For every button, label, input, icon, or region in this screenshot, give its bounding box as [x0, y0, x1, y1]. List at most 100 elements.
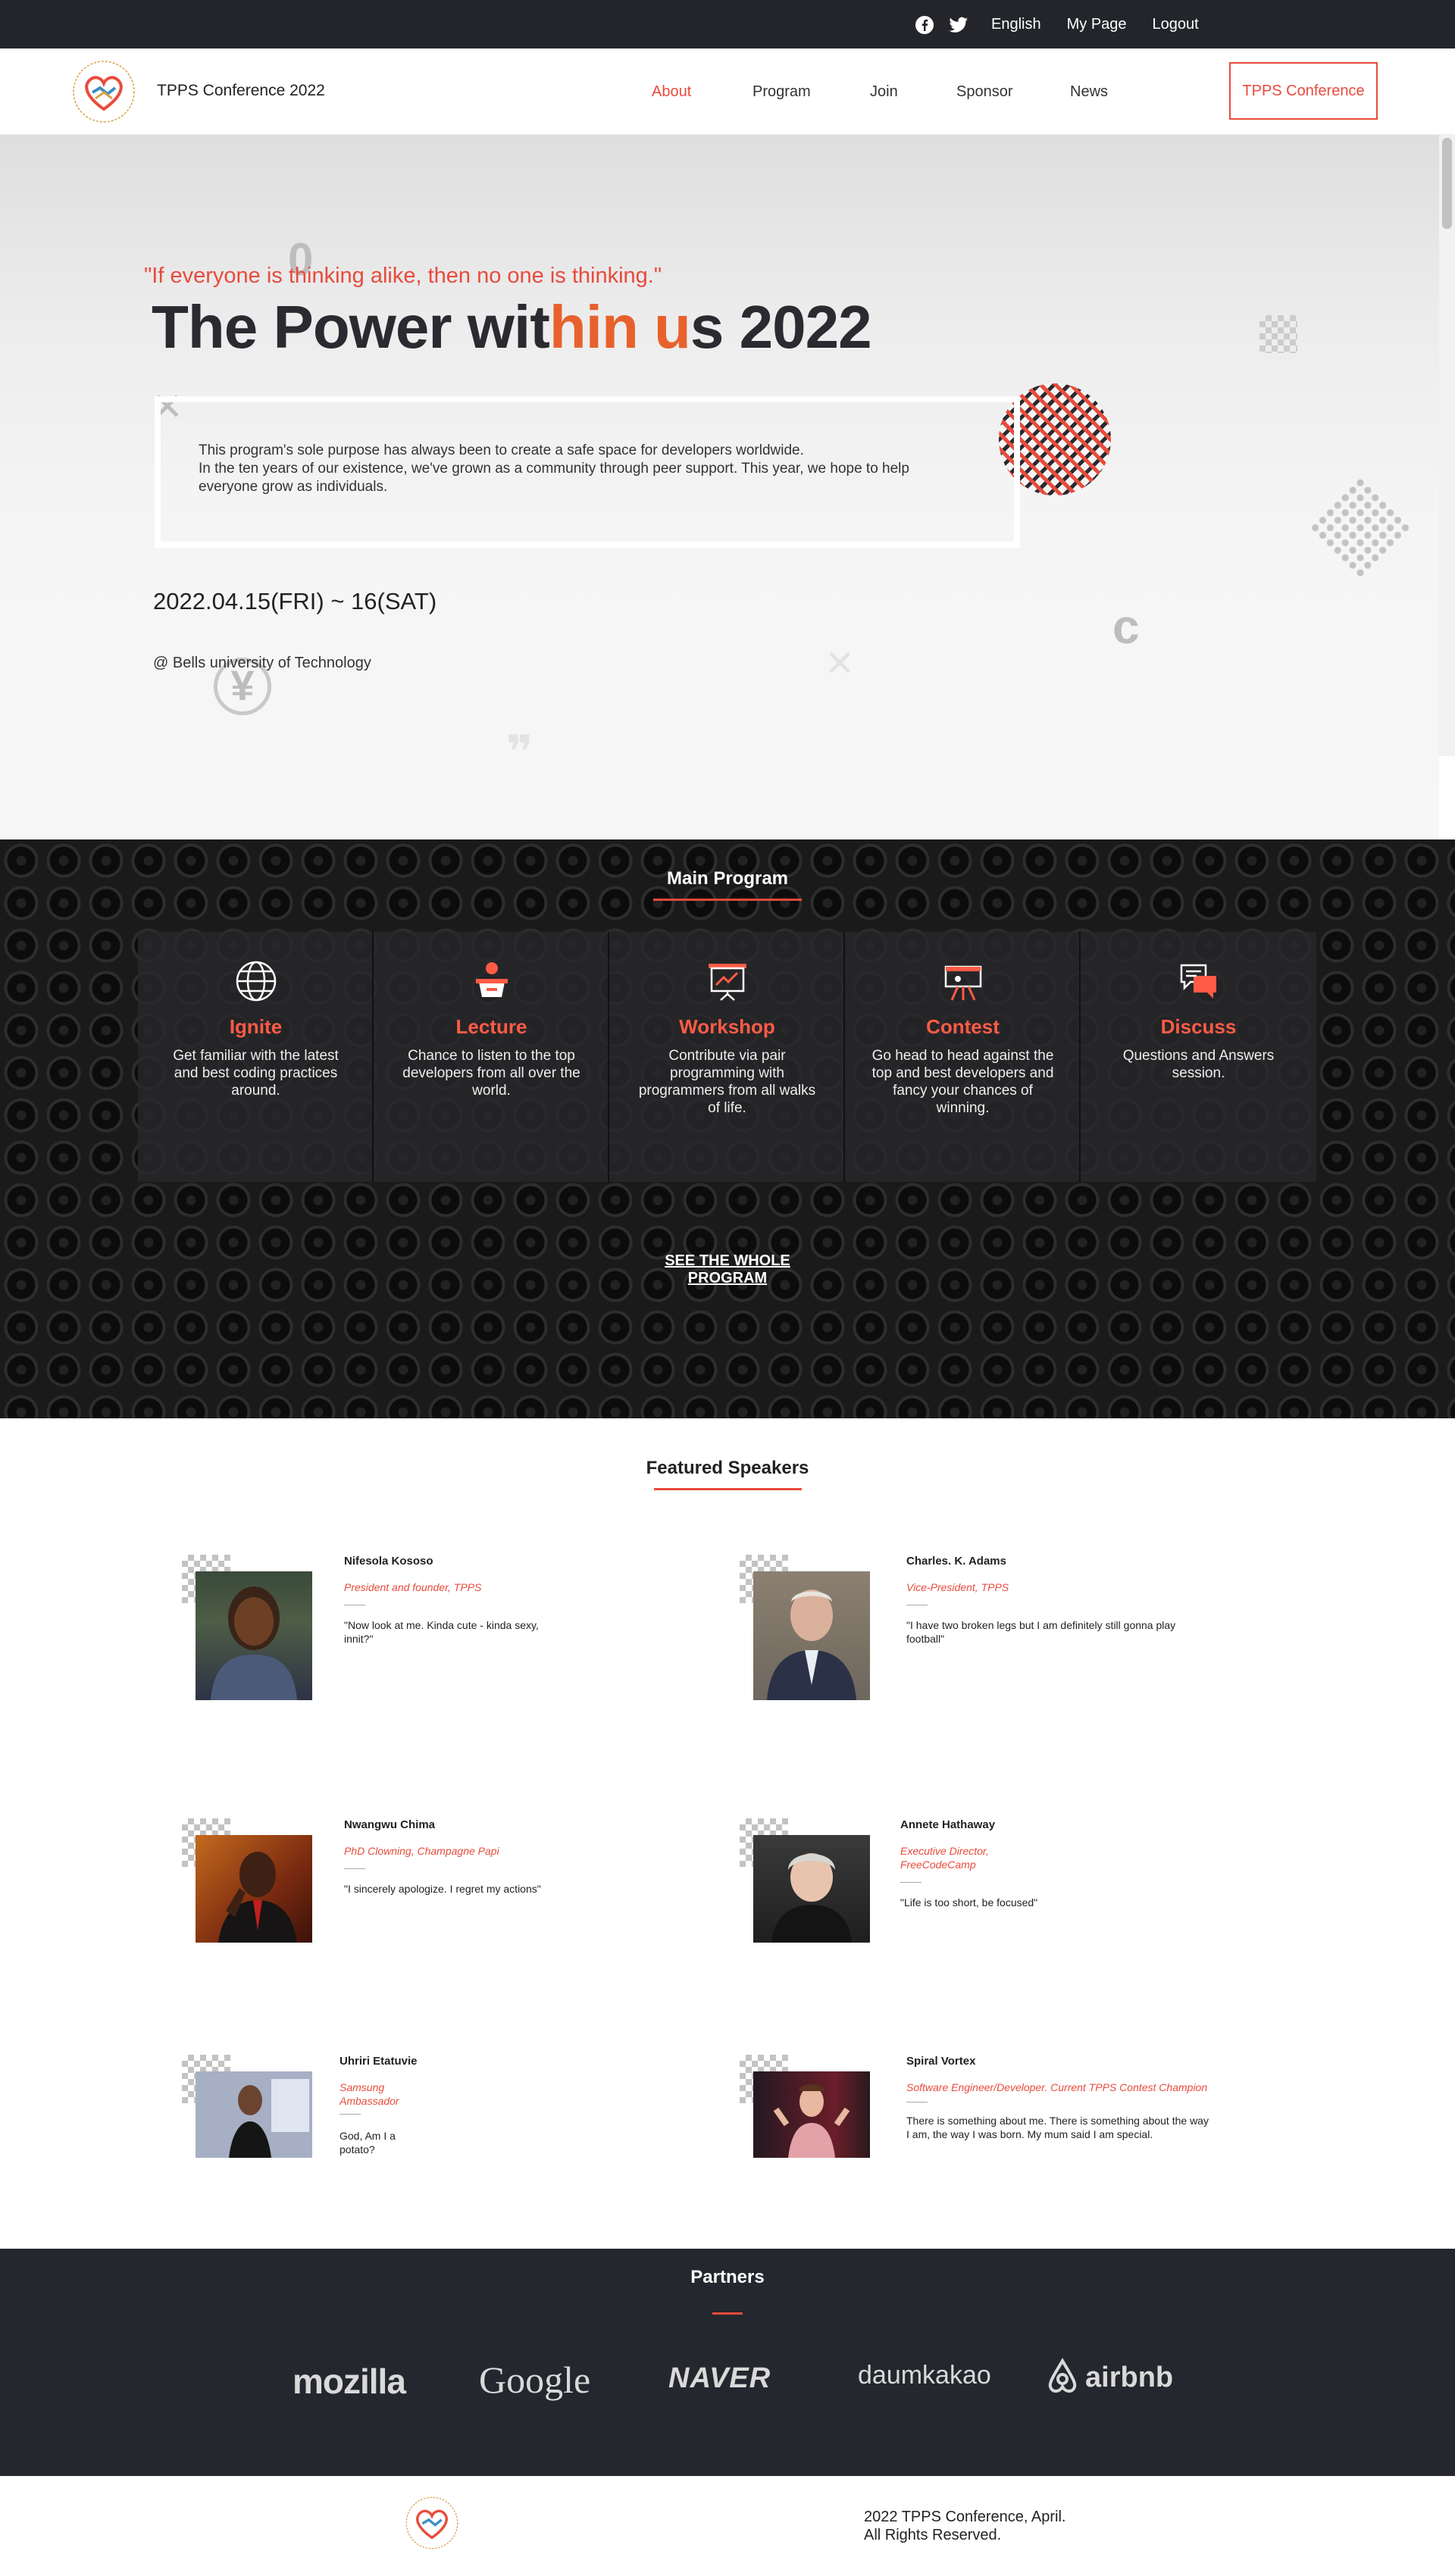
- scrollbar-thumb[interactable]: [1442, 138, 1452, 229]
- speaker-role: Executive Director, FreeCodeCamp: [900, 1845, 989, 1871]
- account-links: English My Page Logout: [991, 0, 1199, 48]
- hero-title-part-1: The Power wit: [152, 293, 550, 361]
- nav-join[interactable]: Join: [870, 83, 898, 101]
- speaker-name: Spiral Vortex: [906, 2055, 976, 2068]
- speaker-name: Annete Hathaway: [900, 1818, 996, 1831]
- speaker-card[interactable]: Nifesola Kososo President and founder, T…: [182, 1555, 576, 1706]
- site-footer: 2022 TPPS Conference, April. All Rights …: [0, 2476, 1455, 2576]
- footer-logo[interactable]: [403, 2494, 461, 2552]
- twitter-icon[interactable]: [948, 15, 968, 35]
- deco-quote-icon: ❞: [506, 727, 534, 777]
- speaker-card[interactable]: Annete Hathaway Executive Director, Free…: [740, 1818, 1225, 1947]
- copyright-line-2: All Rights Reserved.: [864, 2527, 1002, 2543]
- deco-pixel-icon: [1259, 315, 1297, 353]
- deco-close-icon: ✕: [824, 644, 856, 684]
- speaker-quote: "I have two broken legs but I am definit…: [906, 1619, 1176, 1645]
- partner-logo-airbnb[interactable]: airbnb: [1046, 2357, 1174, 2398]
- airbnb-icon: [1046, 2357, 1079, 2398]
- speaker-name: Charles. K. Adams: [906, 1555, 1006, 1568]
- speaker-photo: [196, 1571, 312, 1700]
- program-card-discuss[interactable]: Discuss Questions and Answers session.: [1081, 932, 1316, 1182]
- partners-title: Partners: [652, 2267, 803, 2315]
- partners-section: Partners mozilla Google NAVER daumkakao …: [0, 2249, 1455, 2476]
- brand-name[interactable]: TPPS Conference 2022: [157, 82, 325, 100]
- speaker-photo: [753, 2071, 870, 2158]
- social-links: [915, 15, 968, 35]
- airbnb-wordmark: airbnb: [1085, 2362, 1174, 2393]
- speaker-card[interactable]: Charles. K. Adams Vice-President, TPPS "…: [740, 1555, 1225, 1706]
- program-card-text: Chance to listen to the top developers f…: [402, 1048, 580, 1099]
- partner-logo-mozilla[interactable]: mozilla: [293, 2361, 406, 2402]
- hero-description: This program's sole purpose has always b…: [199, 442, 956, 496]
- chat-bubbles-icon: [1177, 959, 1221, 1003]
- program-card-name: Ignite: [229, 1015, 283, 1038]
- main-program-section: Main Program Ignite Get familiar with th…: [0, 839, 1455, 1418]
- partner-logo-daumkakao[interactable]: daumkakao: [858, 2361, 991, 2390]
- program-card-text: Go head to head against the top and best…: [871, 1048, 1054, 1116]
- program-card-text: Get familiar with the latest and best co…: [173, 1048, 339, 1099]
- main-program-title-text: Main Program: [666, 868, 789, 889]
- hero-section: 0 ✕ ¥ ❞ ✕ c "If everyone is thinking ali…: [0, 135, 1439, 839]
- program-card-ignite[interactable]: Ignite Get familiar with the latest and …: [138, 932, 374, 1182]
- language-link[interactable]: English: [991, 16, 1041, 33]
- speaker-photo: [753, 1835, 870, 1943]
- page-scrollbar[interactable]: [1439, 135, 1455, 756]
- site-header: TPPS Conference 2022 About Program Join …: [0, 48, 1455, 135]
- facebook-icon[interactable]: [915, 15, 934, 35]
- hero-title-part-2: s 2022: [690, 293, 872, 361]
- nav-news[interactable]: News: [1070, 83, 1108, 101]
- tpps-conference-button[interactable]: TPPS Conference: [1229, 62, 1378, 120]
- speaker-role: Software Engineer/Developer. Current TPP…: [906, 2081, 1208, 2093]
- speaker-quote: God, Am I a potato?: [340, 2130, 396, 2156]
- title-underline: [653, 1488, 802, 1490]
- my-page-link[interactable]: My Page: [1067, 16, 1127, 33]
- nav-sponsor[interactable]: Sponsor: [956, 83, 1013, 101]
- speaker-card[interactable]: Spiral Vortex Software Engineer/Develope…: [740, 2055, 1225, 2176]
- top-bar: English My Page Logout: [0, 0, 1455, 48]
- copyright: 2022 TPPS Conference, April. All Rights …: [864, 2508, 1065, 2544]
- contest-easel-icon: [941, 959, 985, 1003]
- program-card-name: Workshop: [679, 1015, 775, 1038]
- featured-speakers-title: Featured Speakers: [637, 1458, 818, 1490]
- speaker-photo: [196, 1835, 312, 1943]
- partner-logo-naver[interactable]: NAVER: [668, 2362, 771, 2395]
- speaker-quote: "Now look at me. Kinda cute - kinda sexy…: [344, 1619, 539, 1645]
- logout-link[interactable]: Logout: [1153, 16, 1199, 33]
- program-card-workshop[interactable]: Workshop Contribute via pair programming…: [609, 932, 845, 1182]
- nav-about[interactable]: About: [652, 83, 691, 101]
- program-cards: Ignite Get familiar with the latest and …: [138, 932, 1317, 1182]
- speaker-card[interactable]: Uhriri Etatuvie Samsung Ambassador God, …: [182, 2055, 576, 2176]
- speaker-role: PhD Clowning, Champagne Papi: [344, 1845, 499, 1857]
- partners-title-text: Partners: [690, 2267, 765, 2287]
- speaker-photo: [753, 1571, 870, 1700]
- conference-logo[interactable]: [70, 58, 138, 126]
- title-underline: [712, 2312, 743, 2315]
- event-venue: @ Bells university of Technology: [153, 655, 371, 671]
- speaker-name: Uhriri Etatuvie: [340, 2055, 418, 2068]
- deco-c-icon: c: [1112, 599, 1140, 654]
- speaker-role: Samsung Ambassador: [340, 2081, 399, 2107]
- presentation-board-icon: [706, 959, 749, 1003]
- podium-icon: [470, 959, 514, 1003]
- partner-logo-google[interactable]: Google: [479, 2358, 590, 2402]
- program-card-contest[interactable]: Contest Go head to head against the top …: [845, 932, 1081, 1182]
- speaker-divider: [340, 2114, 361, 2115]
- see-whole-program-link[interactable]: SEE THE WHOLE PROGRAM: [629, 1252, 826, 1287]
- speaker-card[interactable]: Nwangwu Chima PhD Clowning, Champagne Pa…: [182, 1818, 576, 1947]
- speaker-role: President and founder, TPPS: [344, 1581, 482, 1593]
- copyright-line-1: 2022 TPPS Conference, April.: [864, 2509, 1066, 2525]
- nav-program[interactable]: Program: [753, 83, 811, 101]
- grey-diamond-pattern-icon: [1306, 475, 1414, 583]
- hero-quote: "If everyone is thinking alike, then no …: [144, 264, 662, 288]
- program-card-text: Contribute via pair programming with pro…: [638, 1048, 816, 1116]
- speaker-name: Nwangwu Chima: [344, 1818, 436, 1831]
- speaker-name: Nifesola Kososo: [344, 1555, 433, 1568]
- program-card-text: Questions and Answers session.: [1122, 1048, 1275, 1081]
- speaker-quote: "I sincerely apologize. I regret my acti…: [344, 1883, 541, 1895]
- hero-description-line-1: This program's sole purpose has always b…: [199, 442, 804, 458]
- program-card-name: Contest: [926, 1015, 1000, 1038]
- program-card-name: Lecture: [455, 1015, 527, 1038]
- program-card-lecture[interactable]: Lecture Chance to listen to the top deve…: [374, 932, 609, 1182]
- speaker-quote: "Life is too short, be focused": [900, 1896, 1038, 1909]
- globe-icon: [234, 959, 278, 1003]
